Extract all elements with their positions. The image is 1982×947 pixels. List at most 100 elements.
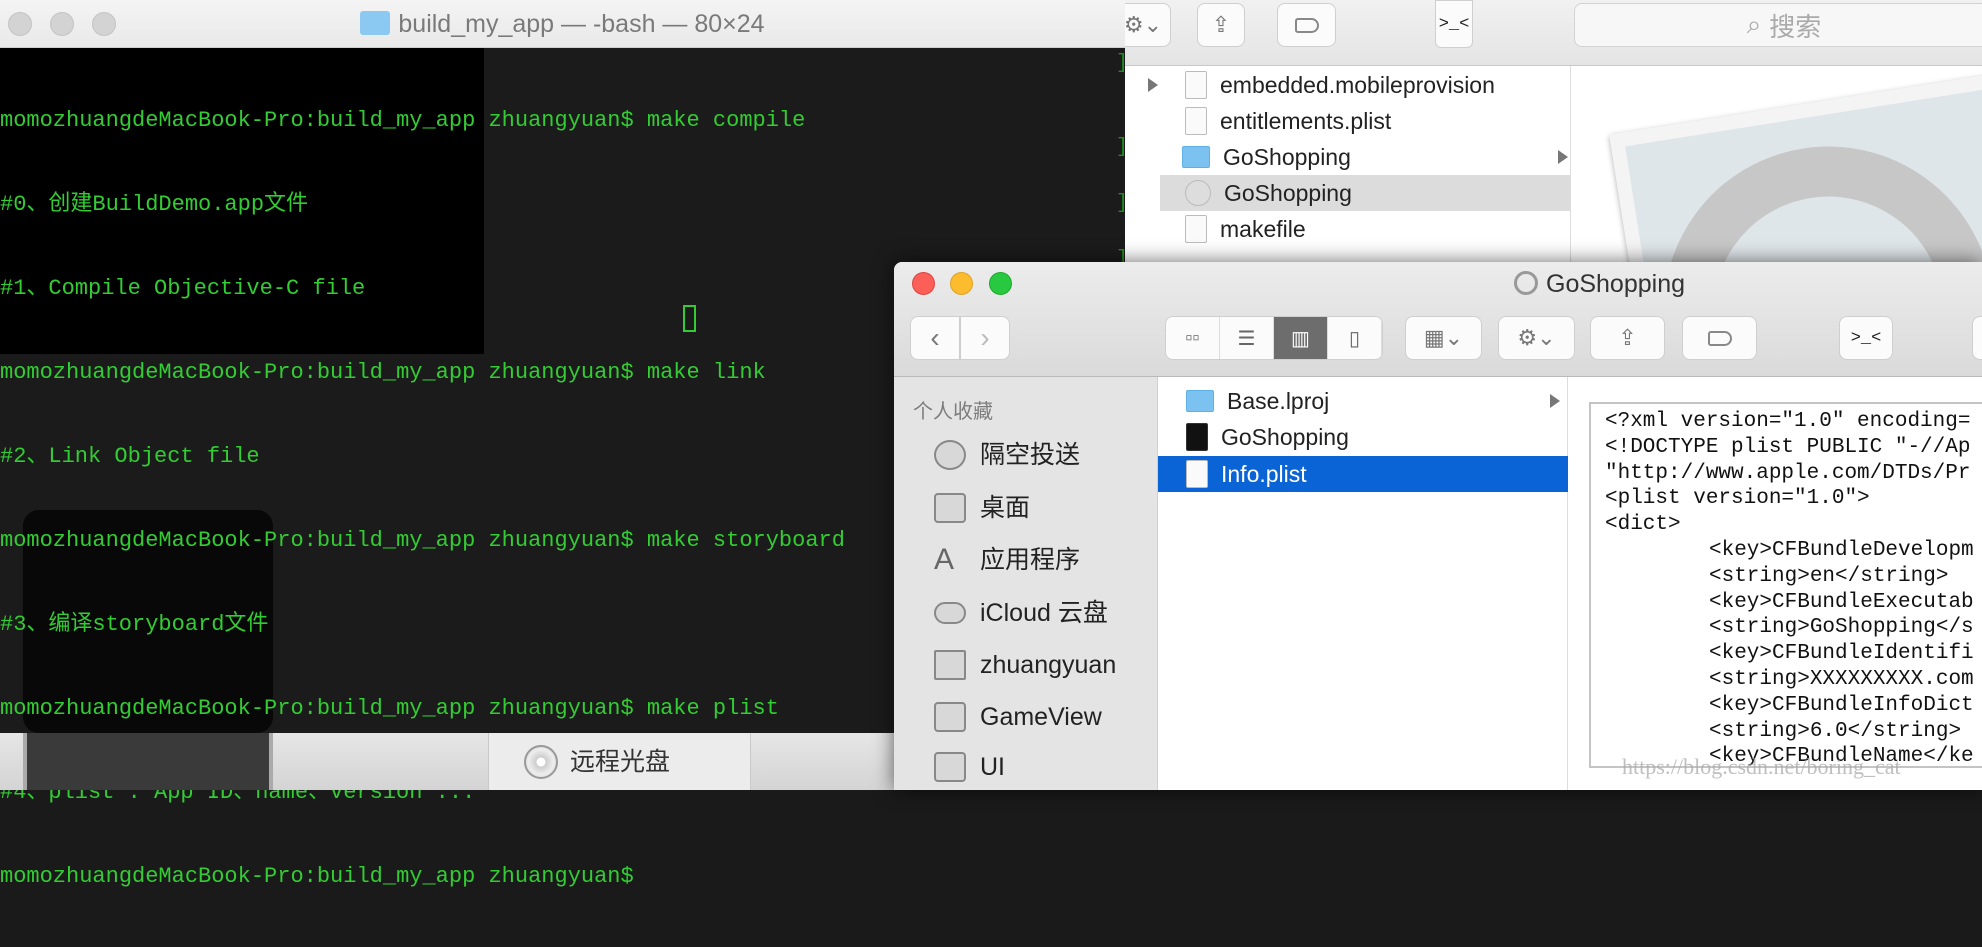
sidebar-item-label: iCloud 云盘 — [980, 599, 1108, 627]
plist-line: <string>GoShopping</s — [1709, 616, 1974, 640]
executable-icon — [1186, 423, 1208, 451]
plist-line: <plist version="1.0"> — [1605, 487, 1870, 511]
toolbar-button-partial[interactable] — [1972, 316, 1982, 360]
file-name: Info.plist — [1221, 460, 1307, 487]
forward-button[interactable]: › — [960, 316, 1010, 360]
back-button[interactable]: ‹ — [910, 316, 960, 360]
background-finder-window: ⚙⌄ ⇪ >_< ⌕ 搜索 embedded.mobileprovision en… — [1125, 0, 1982, 262]
sidebar-item-desktop[interactable]: 桌面 — [934, 488, 1030, 528]
file-row[interactable]: GoShopping — [1160, 139, 1570, 175]
plist-line: <string>en</string> — [1709, 564, 1949, 588]
device-frame — [23, 733, 273, 790]
plist-line: <dict> — [1605, 513, 1681, 537]
file-row[interactable]: Base.lproj — [1158, 383, 1568, 419]
sidebar-item-label: UI — [980, 753, 1005, 781]
plist-file-icon — [1185, 107, 1207, 135]
plist-line: <key>CFBundleIdentifi — [1709, 642, 1974, 666]
document-icon — [1185, 215, 1207, 243]
terminal-line: momozhuangdeMacBook-Pro:build_my_app zhu… — [0, 108, 806, 133]
arrange-icon: ▦⌄ — [1423, 325, 1464, 350]
plist-line: "http://www.apple.com/DTDs/Pr — [1605, 461, 1971, 485]
finder-toolbar: GoShopping ‹ › ▫▫ ☰ ▥ ▯ ▦⌄ ⚙⌄ ⇪ >_< — [894, 262, 1982, 377]
sidebar-item-home[interactable]: zhuangyuan — [934, 645, 1116, 685]
sidebar-section-header: 个人收藏 — [913, 401, 993, 423]
applications-icon: A — [934, 543, 955, 576]
file-row[interactable]: entitlements.plist — [1160, 103, 1570, 139]
share-icon: ⇪ — [1211, 12, 1231, 37]
chevron-left-icon: ‹ — [930, 322, 940, 353]
file-name: GoShopping — [1221, 423, 1349, 450]
share-button[interactable]: ⇪ — [1197, 3, 1245, 47]
arrange-button[interactable]: ▦⌄ — [1405, 316, 1482, 360]
tag-button[interactable] — [1682, 316, 1757, 360]
sidebar-item-applications[interactable]: A 应用程序 — [934, 540, 1080, 580]
terminal-titlebar[interactable]: build_my_app — -bash — 80×24 — [0, 0, 1125, 48]
plist-line: <key>CFBundleDevelopm — [1709, 538, 1974, 562]
sidebar-item-label: GameView — [980, 703, 1102, 731]
cloud-icon — [934, 602, 966, 624]
terminal-line: momozhuangdeMacBook-Pro:build_my_app zhu… — [0, 864, 647, 889]
window-title-text: GoShopping — [1546, 270, 1686, 298]
chevron-right-icon: › — [980, 322, 990, 353]
sidebar: 个人收藏 隔空投送 桌面 A 应用程序 iCloud 云盘 zhuangyuan … — [894, 377, 1158, 790]
file-name: Base.lproj — [1227, 387, 1330, 414]
sidebar-item-icloud[interactable]: iCloud 云盘 — [934, 593, 1108, 633]
file-row[interactable]: embedded.mobileprovision — [1160, 67, 1570, 103]
file-name: entitlements.plist — [1220, 107, 1392, 134]
search-placeholder: 搜索 — [1769, 11, 1822, 42]
folder-icon — [1186, 390, 1214, 412]
share-button[interactable]: ⇪ — [1590, 316, 1665, 360]
sidebar-item-airdrop[interactable]: 隔空投送 — [934, 435, 1080, 475]
airdrop-icon — [934, 440, 966, 470]
list-view-button[interactable]: ☰ — [1220, 317, 1274, 359]
column-view-button[interactable]: ▥ — [1274, 317, 1328, 359]
app-icon — [1185, 180, 1211, 206]
gallery-view-button[interactable]: ▯ — [1328, 317, 1382, 359]
sidebar-item-label: 桌面 — [980, 494, 1031, 522]
open-terminal-button[interactable]: >_< — [1435, 0, 1473, 48]
file-name: embedded.mobileprovision — [1220, 71, 1495, 98]
window-title: GoShopping — [894, 268, 1982, 300]
folder-icon — [360, 11, 391, 35]
expand-arrow-icon — [1558, 150, 1568, 164]
open-terminal-button[interactable]: >_< — [1839, 316, 1893, 360]
sidebar-item-label: 应用程序 — [980, 546, 1081, 574]
provision-file-icon — [1185, 71, 1207, 99]
file-name: GoShopping — [1224, 179, 1352, 206]
file-name: GoShopping — [1223, 143, 1351, 170]
disclosure-triangle[interactable] — [1148, 78, 1158, 92]
sidebar-item-ui[interactable]: UI — [934, 747, 1005, 787]
action-gear-button[interactable]: ⚙⌄ — [1498, 316, 1575, 360]
terminal-line: #0、创建BuildDemo.app文件 — [0, 192, 309, 217]
expand-arrow-icon — [1550, 394, 1560, 408]
icon-view-button[interactable]: ▫▫ — [1166, 317, 1220, 359]
view-mode-control[interactable]: ▫▫ ☰ ▥ ▯ — [1165, 316, 1383, 360]
file-row[interactable]: makefile — [1160, 211, 1570, 247]
tag-icon — [1707, 330, 1732, 346]
share-icon: ⇪ — [1618, 325, 1637, 350]
terminal-cursor — [683, 305, 696, 332]
finder-window: GoShopping ‹ › ▫▫ ☰ ▥ ▯ ▦⌄ ⚙⌄ ⇪ >_< 个人收藏… — [894, 262, 1982, 790]
sidebar-item-label: zhuangyuan — [980, 651, 1117, 679]
terminal-title-text: build_my_app — -bash — 80×24 — [398, 10, 765, 38]
plist-preview-text: <?xml version="1.0" encoding= <!DOCTYPE p… — [1605, 409, 1974, 766]
sidebar-item-remote-disc[interactable]: 远程光盘 — [488, 733, 751, 790]
tag-button[interactable] — [1277, 3, 1336, 47]
sidebar-item-label: 远程光盘 — [570, 747, 671, 776]
search-icon: ⌕ — [1746, 9, 1762, 39]
file-row[interactable]: GoShopping — [1158, 419, 1568, 455]
home-icon — [934, 650, 966, 680]
sidebar-item-gameview[interactable]: GameView — [934, 697, 1102, 737]
plist-line: <key>CFBundleInfoDict — [1709, 693, 1974, 717]
terminal-title: build_my_app — -bash — 80×24 — [0, 9, 1125, 39]
action-gear-button[interactable]: ⚙⌄ — [1125, 3, 1171, 47]
search-field[interactable]: ⌕ 搜索 — [1574, 3, 1982, 47]
toolbar: ⚙⌄ ⇪ >_< ⌕ 搜索 — [1125, 0, 1982, 66]
folder-icon — [934, 702, 966, 732]
app-icon-preview — [1609, 68, 1982, 262]
file-preview[interactable]: <?xml version="1.0" encoding= <!DOCTYPE p… — [1589, 402, 1982, 768]
file-row-selected[interactable]: GoShopping — [1160, 175, 1570, 211]
desktop-icon — [934, 493, 966, 523]
folder-icon — [934, 752, 966, 782]
file-row-selected[interactable]: Info.plist — [1158, 456, 1568, 492]
